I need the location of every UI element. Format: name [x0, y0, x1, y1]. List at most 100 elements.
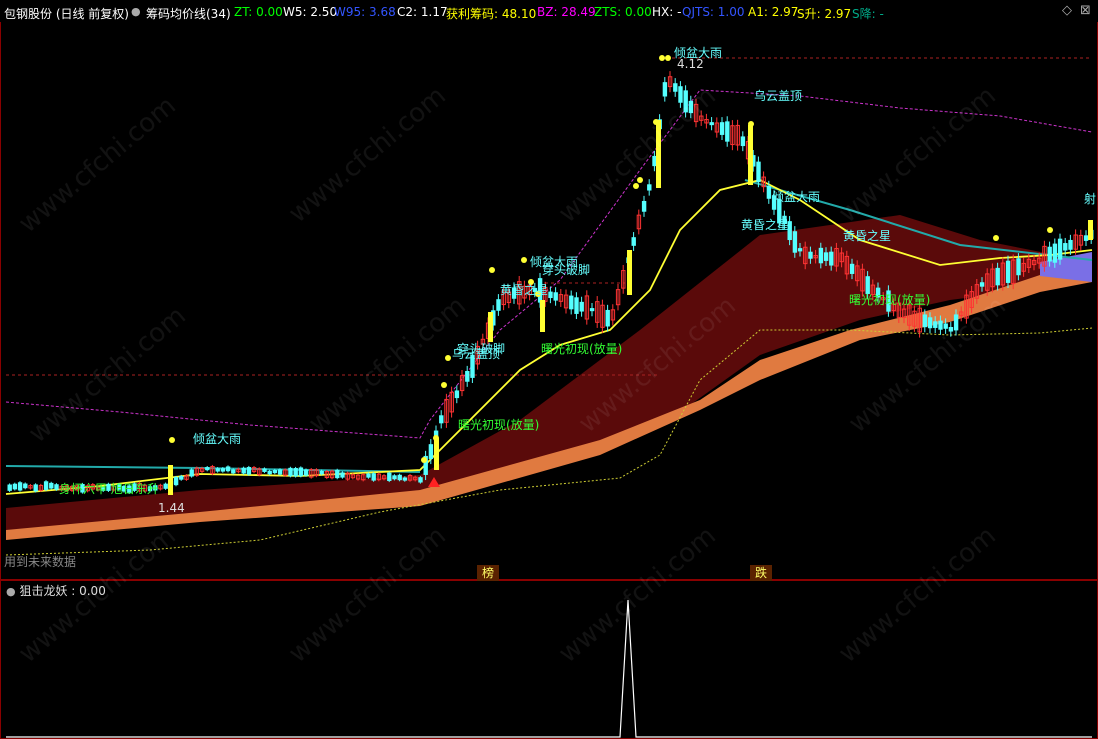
candlestick-body	[647, 184, 652, 191]
pattern-label: 倾盆大雨	[193, 432, 242, 446]
candlestick-body	[725, 121, 730, 142]
candlestick-body	[1083, 235, 1089, 241]
candlestick-body	[709, 122, 714, 126]
candlestick-body	[366, 473, 371, 478]
candlestick-body	[225, 466, 231, 472]
candlestick-body	[241, 467, 246, 474]
candlestick-body	[163, 483, 168, 489]
signal-dot	[633, 183, 639, 189]
candlestick-body	[179, 475, 184, 480]
highlight-candle	[168, 465, 173, 495]
candlestick-body	[392, 475, 397, 480]
candlestick-body	[631, 237, 636, 246]
candlestick-body	[829, 251, 834, 266]
candlestick-body	[574, 297, 579, 314]
candlestick-body	[1005, 260, 1011, 283]
pattern-label: 乌云盖顶	[754, 89, 803, 103]
candlestick-body	[465, 370, 470, 382]
signal-dot	[659, 55, 665, 61]
candlestick-body	[740, 136, 746, 147]
candlestick-body	[402, 477, 408, 481]
candlestick-body	[340, 472, 345, 478]
candlestick-body	[818, 247, 824, 264]
candlestick-body	[173, 476, 179, 486]
high-price-label: 4.12	[677, 57, 704, 71]
candlestick-body	[371, 473, 376, 481]
low-price-label: 1.44	[158, 501, 185, 515]
candlestick-body	[933, 321, 938, 328]
indicator-toggle-icon[interactable]: ●	[6, 585, 16, 598]
candlestick-body	[33, 484, 38, 492]
signal-dot	[637, 177, 643, 183]
pattern-label: 黄昏之星	[500, 283, 549, 297]
pattern-label: 射	[1084, 192, 1097, 206]
pattern-label: 身怀六甲 旭日东升	[59, 482, 159, 496]
candlestick-body	[766, 185, 772, 199]
candlestick-body	[303, 469, 309, 476]
candlestick-body	[293, 468, 298, 477]
signal-dot	[1047, 227, 1053, 233]
candlestick-body	[454, 390, 460, 399]
candlestick-body	[1016, 258, 1021, 276]
candlestick-body	[589, 308, 595, 312]
candlestick-body	[792, 231, 798, 253]
candlestick-body	[1068, 239, 1073, 250]
candlestick-body	[496, 299, 501, 311]
signal-dot	[993, 235, 999, 241]
candlestick-body	[277, 469, 283, 475]
candlestick-body	[231, 469, 236, 474]
indicator-title-text: 狙击龙妖 : 0.00	[19, 584, 106, 598]
pattern-label: 曙光初现(放量)	[458, 418, 540, 432]
candlestick-body	[272, 469, 278, 474]
indicator-spike-line	[6, 599, 1092, 738]
pattern-label: 曙光初现(放量)	[849, 293, 931, 307]
highlight-candle	[748, 125, 753, 185]
candlestick-body	[12, 483, 18, 490]
candlestick-body	[1052, 243, 1058, 263]
candlestick-body	[605, 309, 610, 327]
candlestick-body	[428, 444, 434, 459]
candlestick-body	[397, 474, 402, 481]
candlestick-body	[1063, 243, 1068, 251]
candlestick-body	[808, 251, 813, 259]
signal-dot	[433, 435, 439, 441]
candlestick-body	[922, 314, 928, 328]
indicator-panel-title: ● 狙击龙妖 : 0.00	[6, 582, 106, 599]
highlight-candle	[488, 312, 493, 342]
candlestick-body	[215, 468, 220, 472]
candlestick-body	[43, 481, 49, 490]
signal-dot	[169, 437, 175, 443]
candlestick-body	[387, 472, 392, 482]
signal-dot	[489, 267, 495, 273]
candlestick-body	[23, 483, 28, 489]
candlestick-body	[553, 292, 558, 301]
signal-dot	[441, 382, 447, 388]
candlestick-body	[439, 415, 444, 424]
candlestick-body	[189, 469, 194, 477]
pattern-label: 穿头破脚	[542, 263, 591, 277]
candlestick-body	[7, 484, 12, 491]
candlestick-body	[335, 469, 340, 479]
candlestick-body	[719, 122, 725, 135]
pattern-label: 曙光初现(放量)	[541, 342, 623, 356]
candlestick-body	[938, 320, 943, 330]
candlestick-body	[1057, 238, 1063, 260]
candlestick-body	[662, 82, 668, 97]
candlestick-body	[220, 468, 226, 472]
candlestick-body	[569, 295, 574, 310]
candlestick-body	[797, 248, 803, 252]
candlestick-body	[979, 282, 985, 287]
future-data-note: 用到未来数据	[4, 555, 77, 569]
candlestick-body	[418, 477, 423, 483]
candlestick-body	[288, 467, 293, 477]
signal-pill[interactable]: 榜	[477, 565, 499, 581]
signal-pill[interactable]: 跌	[750, 565, 772, 581]
candlestick-body	[756, 161, 761, 183]
signal-dot	[748, 121, 754, 127]
candlestick-body	[1047, 246, 1052, 262]
candlestick-body	[995, 267, 1000, 286]
highlight-candle	[540, 300, 545, 332]
signal-dot	[445, 355, 451, 361]
signal-dot	[665, 55, 671, 61]
candlestick-body	[262, 468, 267, 472]
